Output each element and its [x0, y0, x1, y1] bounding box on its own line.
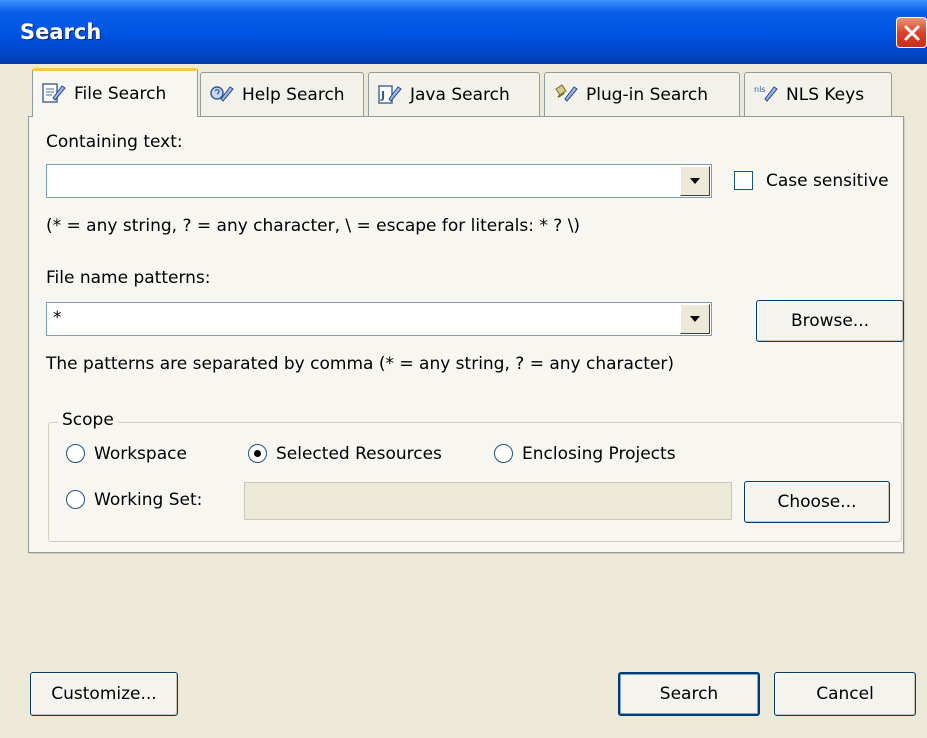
- tab-label: NLS Keys: [786, 84, 865, 105]
- close-icon: [904, 25, 919, 40]
- file-name-patterns-dropdown-button[interactable]: [680, 304, 710, 334]
- customize-button-label: Customize...: [51, 684, 157, 704]
- working-set-label: Working Set:: [94, 490, 203, 510]
- chevron-down-icon: [690, 316, 700, 322]
- radio-selected-dot: [254, 450, 261, 457]
- browse-button-label: Browse...: [790, 311, 870, 331]
- search-button[interactable]: Search: [618, 672, 760, 716]
- tab-plugin-search[interactable]: Plug-in Search: [544, 72, 740, 116]
- containing-text-label: Containing text:: [46, 132, 183, 152]
- svg-text:J: J: [380, 89, 385, 102]
- window-title: Search: [20, 20, 102, 44]
- cancel-button[interactable]: Cancel: [774, 672, 916, 716]
- tab-file-search[interactable]: File Search: [32, 68, 198, 117]
- containing-text-hint: (* = any string, ? = any character, \ = …: [46, 216, 581, 236]
- case-sensitive-checkbox[interactable]: [734, 171, 753, 190]
- help-search-icon: [210, 85, 234, 102]
- search-button-label: Search: [659, 684, 719, 704]
- enclosing-projects-label: Enclosing Projects: [522, 444, 676, 464]
- choose-button-label: Choose...: [777, 492, 857, 512]
- java-search-icon: J: [378, 84, 402, 104]
- file-name-patterns-hint: The patterns are separated by comma (* =…: [46, 354, 675, 374]
- svg-text:nls: nls: [754, 85, 765, 94]
- working-set-field: [244, 482, 732, 520]
- containing-text-dropdown-button[interactable]: [680, 166, 710, 196]
- selected-resources-label: Selected Resources: [276, 444, 442, 464]
- file-name-patterns-label: File name patterns:: [46, 268, 211, 288]
- workspace-label: Workspace: [94, 444, 187, 464]
- tab-label: File Search: [74, 84, 167, 104]
- case-sensitive-label: Case sensitive: [766, 171, 889, 191]
- title-bar[interactable]: Search: [0, 0, 927, 64]
- file-name-patterns-value: *: [53, 308, 62, 328]
- tab-nls-keys[interactable]: nls NLS Keys: [744, 72, 892, 116]
- tab-label: Plug-in Search: [586, 84, 708, 105]
- choose-button[interactable]: Choose...: [744, 481, 890, 523]
- customize-button[interactable]: Customize...: [30, 672, 178, 716]
- browse-button[interactable]: Browse...: [756, 300, 904, 342]
- tab-label: Help Search: [242, 84, 345, 105]
- search-dialog: Search File Search Help Search J Java Se…: [0, 0, 927, 738]
- working-set-radio[interactable]: [66, 490, 85, 509]
- selected-resources-radio[interactable]: [248, 444, 267, 463]
- file-name-patterns-combo[interactable]: *: [46, 302, 712, 336]
- tab-java-search[interactable]: J Java Search: [368, 72, 540, 116]
- workspace-radio[interactable]: [66, 444, 85, 463]
- nls-keys-icon: nls: [754, 85, 778, 102]
- cancel-button-label: Cancel: [816, 684, 874, 704]
- file-search-icon: [42, 83, 66, 103]
- close-button[interactable]: [896, 17, 927, 48]
- plugin-search-icon: [555, 83, 578, 102]
- tab-label: Java Search: [410, 84, 510, 105]
- chevron-down-icon: [690, 178, 700, 184]
- tab-help-search[interactable]: Help Search: [200, 72, 364, 116]
- scope-title: Scope: [58, 410, 118, 430]
- enclosing-projects-radio[interactable]: [494, 444, 513, 463]
- containing-text-combo[interactable]: [46, 164, 712, 198]
